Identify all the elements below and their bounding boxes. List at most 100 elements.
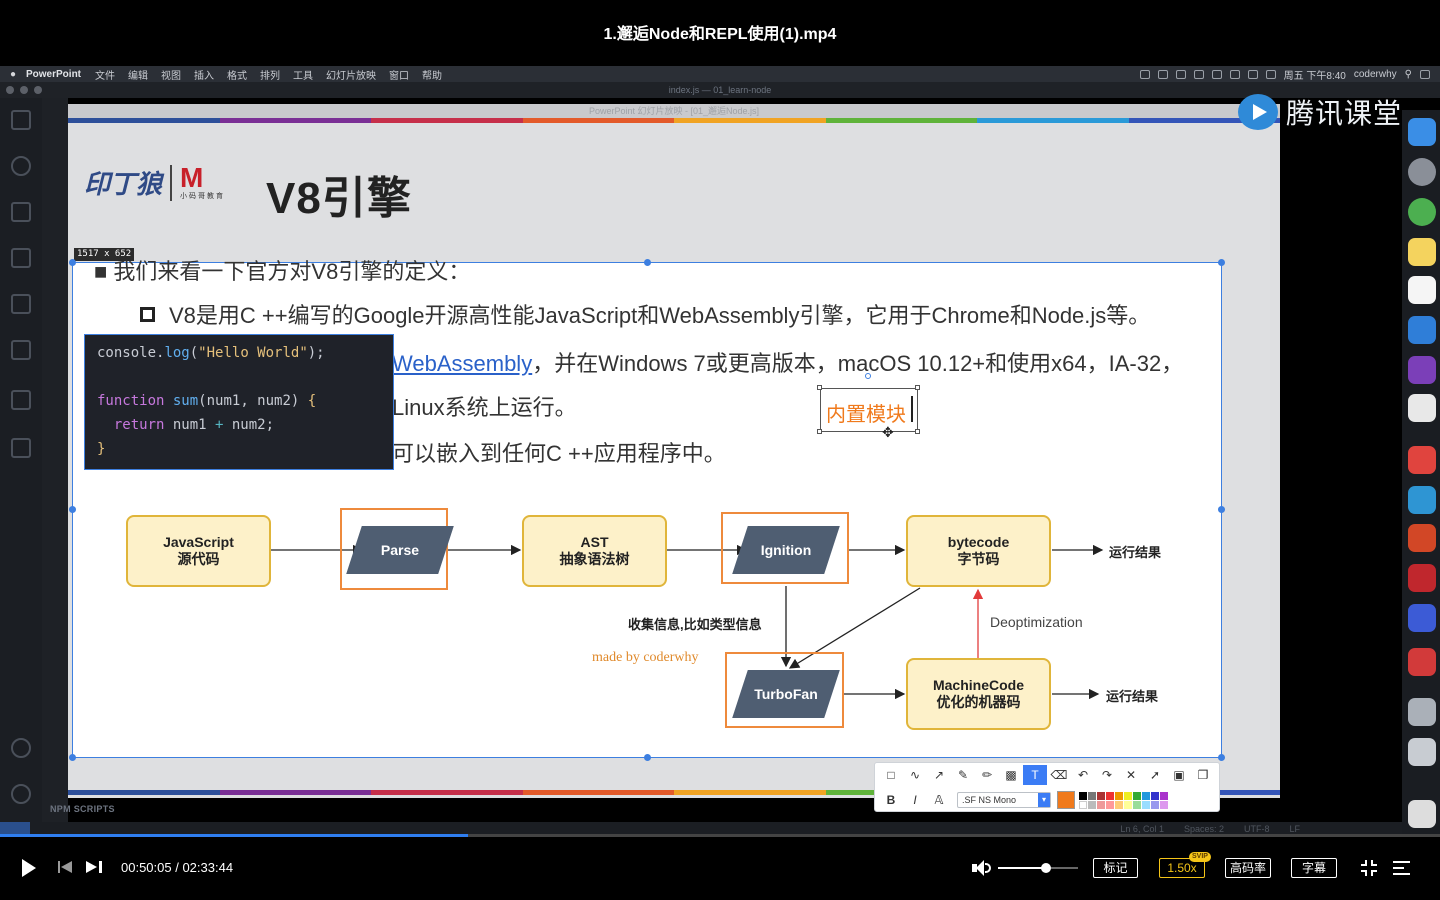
close-window-icon[interactable] [6,86,14,94]
volume-slider[interactable] [998,863,1078,873]
selection-handle[interactable] [644,259,651,266]
menubar-app-name[interactable]: PowerPoint [26,69,81,80]
zoom-window-icon[interactable] [34,86,42,94]
menu-tools[interactable]: 工具 [293,67,313,82]
folder-icon[interactable] [11,438,31,458]
text-tool-icon[interactable]: T [1023,765,1047,785]
arrow-tool-icon[interactable]: ↗ [927,765,951,785]
selection-handle[interactable] [69,754,76,761]
menu-arrange[interactable]: 排列 [260,67,280,82]
rectangle-tool-icon[interactable]: □ [879,765,903,785]
selection-handle[interactable] [69,506,76,513]
bluetooth-icon[interactable] [1247,69,1258,79]
italic-button[interactable]: I [903,793,927,807]
mosaic-tool-icon[interactable]: ▩ [999,765,1023,785]
launchpad-icon[interactable] [1408,158,1436,186]
quality-button[interactable]: 高码率 [1225,858,1271,878]
annotation-handle[interactable] [817,429,822,434]
control-center-icon[interactable] [1420,69,1430,79]
menu-view[interactable]: 视图 [161,67,181,82]
pin-icon[interactable]: ➚ [1143,765,1167,785]
app-icon[interactable] [1408,738,1436,766]
eraser-tool-icon[interactable]: ⌫ [1047,765,1071,785]
app-icon[interactable] [1408,698,1436,726]
annotation-handle[interactable] [817,385,822,390]
status-icon[interactable] [1211,69,1222,79]
volume-icon[interactable] [972,859,992,877]
font-style-icon[interactable]: 𝔸 [927,793,951,807]
status-icon[interactable] [1193,69,1204,79]
selection-handle[interactable] [1218,259,1225,266]
youdao-icon[interactable] [1408,564,1436,592]
finder-icon[interactable] [1408,118,1436,146]
onenote-icon[interactable] [1408,356,1436,384]
bookmark-icon[interactable] [11,390,31,410]
run-debug-icon[interactable] [11,248,31,268]
extensions-icon[interactable] [11,294,31,314]
status-spaces[interactable]: Spaces: 2 [1184,824,1224,834]
menu-help[interactable]: 帮助 [422,67,442,82]
mark-button[interactable]: 标记 [1093,858,1138,878]
line-tool-icon[interactable]: ∿ [903,765,927,785]
bold-button[interactable]: B [879,793,903,807]
explorer-icon[interactable] [11,110,31,130]
calendar-icon[interactable] [1408,276,1436,304]
menu-edit[interactable]: 编辑 [128,67,148,82]
typora-icon[interactable] [1408,394,1436,422]
font-select[interactable]: .SF NS Mono ▾ [957,792,1051,808]
menubar-clock[interactable]: 周五 下午8:40 [1284,67,1346,82]
webassembly-link[interactable]: WebAssembly [392,351,532,376]
trash-icon[interactable] [1408,800,1436,828]
next-icon[interactable] [86,859,102,875]
status-icon[interactable] [1229,69,1240,79]
redo-icon[interactable]: ↷ [1095,765,1119,785]
status-encoding[interactable]: UTF-8 [1244,824,1270,834]
copy-icon[interactable]: ❐ [1191,765,1215,785]
remote-explorer-icon[interactable] [11,340,31,360]
selection-handle[interactable] [69,259,76,266]
minimize-window-icon[interactable] [20,86,28,94]
annotation-anchor[interactable] [865,373,871,379]
menu-window[interactable]: 窗口 [389,67,409,82]
battery-icon[interactable] [1265,69,1276,79]
status-icon[interactable] [1175,69,1186,79]
vscode-icon[interactable] [1408,316,1436,344]
exit-fullscreen-icon[interactable] [1361,860,1377,876]
powerpoint-icon[interactable] [1408,524,1436,552]
npm-scripts-section[interactable]: NPM SCRIPTS [50,804,115,814]
notes-icon[interactable] [1408,238,1436,266]
xmind-icon[interactable] [1408,446,1436,474]
spotlight-search-icon[interactable]: ⚲ [1405,69,1412,80]
selection-handle[interactable] [644,754,651,761]
account-icon[interactable] [11,738,31,758]
playlist-icon[interactable] [1393,861,1410,875]
source-control-icon[interactable] [11,202,31,222]
pen-tool-icon[interactable]: ✎ [951,765,975,785]
app-icon[interactable] [1408,486,1436,514]
text-annotation[interactable]: 内置模块 [826,398,906,427]
play-icon[interactable] [22,859,36,877]
chrome-icon[interactable] [1408,198,1436,226]
menu-file[interactable]: 文件 [95,67,115,82]
undo-icon[interactable]: ↶ [1071,765,1095,785]
search-icon[interactable] [11,156,31,176]
status-eol[interactable]: LF [1289,824,1300,834]
app-icon[interactable] [1408,648,1436,676]
save-icon[interactable]: ▣ [1167,765,1191,785]
status-icon[interactable] [1157,69,1168,79]
annotation-handle[interactable] [915,385,920,390]
current-color-swatch[interactable] [1057,791,1075,809]
subtitle-button[interactable]: 字幕 [1291,858,1337,878]
close-icon[interactable]: ✕ [1119,765,1143,785]
menubar-user[interactable]: coderwhy [1354,69,1397,80]
volume-knob[interactable] [1041,863,1051,873]
selection-handle[interactable] [1218,754,1225,761]
menu-format[interactable]: 格式 [227,67,247,82]
menu-insert[interactable]: 插入 [194,67,214,82]
menu-slideshow[interactable]: 幻灯片放映 [326,67,376,82]
marker-tool-icon[interactable]: ✏ [975,765,999,785]
status-position[interactable]: Ln 6, Col 1 [1120,824,1164,834]
status-icon[interactable] [1139,69,1150,79]
gear-icon[interactable] [11,784,31,804]
previous-icon[interactable] [58,859,74,875]
